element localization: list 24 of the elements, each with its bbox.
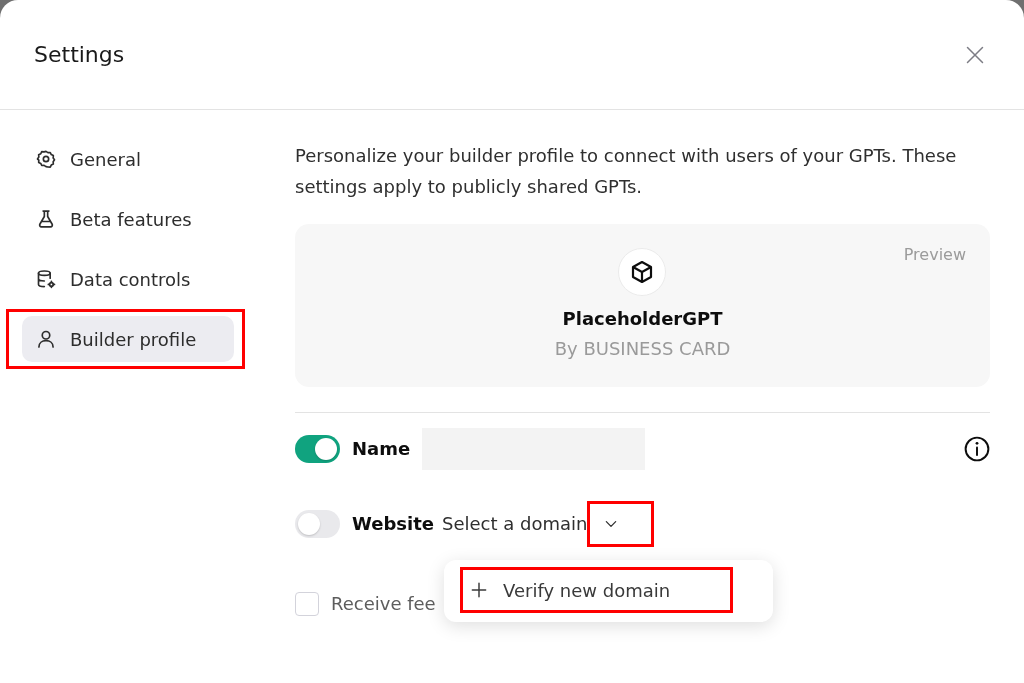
field-label: Website (352, 512, 434, 536)
sidebar-item[interactable]: Beta features (22, 196, 234, 242)
cube-icon (618, 248, 667, 296)
description-text: Personalize your builder profile to connect with users of your GPTs. These settings apply to publicly shared GPTs. (295, 144, 958, 199)
sidebar-item[interactable]: General (22, 136, 234, 182)
checkbox[interactable] (295, 592, 319, 616)
close-icon (965, 44, 985, 65)
preview-label: Preview (903, 244, 966, 266)
menu-item[interactable]: Verify new domain (463, 570, 730, 610)
flask-icon (36, 209, 56, 229)
gpt-byline: By BUSINESS CARD (554, 337, 731, 361)
select-label: Select a domain (442, 512, 588, 536)
person-icon (36, 329, 56, 349)
database-gear-icon (36, 269, 56, 289)
toggle-switch[interactable] (295, 435, 340, 463)
field-label: Name (352, 437, 411, 461)
sidebar-item[interactable]: Data controls (22, 256, 234, 302)
dialog-title: Settings (34, 42, 125, 67)
checkbox-label: Receive fee (331, 592, 436, 616)
toggle-switch[interactable] (295, 510, 340, 538)
sidebar-item[interactable]: Builder profile (22, 316, 234, 362)
plus-icon (471, 582, 487, 598)
gear-icon (36, 149, 56, 169)
gpt-name: PlaceholderGPT (562, 307, 723, 331)
